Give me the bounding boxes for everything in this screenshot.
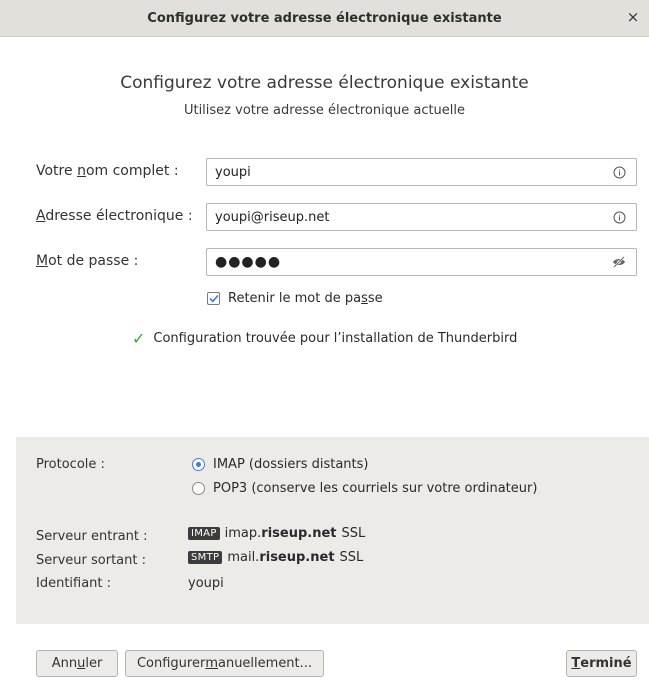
info-icon[interactable] <box>612 165 626 179</box>
config-found-text: Configuration trouvée pour l’installatio… <box>153 331 518 346</box>
protocol-label: Protocole : <box>36 457 105 472</box>
page-heading: Configurez votre adresse électronique ex… <box>120 73 529 93</box>
protocol-imap-option[interactable]: IMAP (dossiers distants) <box>192 457 368 472</box>
outgoing-server-label: Serveur sortant : <box>36 553 146 568</box>
checkmark-icon: ✓ <box>132 329 146 348</box>
incoming-host: imap.riseup.net <box>224 526 337 541</box>
email-value: youpi@riseup.net <box>215 209 330 225</box>
name-field[interactable]: youpi <box>206 158 637 186</box>
imap-label: IMAP (dossiers distants) <box>213 457 369 472</box>
manual-config-button[interactable]: Configurer m anuellement... <box>125 650 324 677</box>
imap-tag: IMAP <box>188 527 220 540</box>
incoming-server: IMAP imap.riseup.net SSL <box>188 526 365 541</box>
email-field[interactable]: youpi@riseup.net <box>206 203 637 231</box>
close-icon[interactable]: × <box>625 9 641 25</box>
username-value: youpi <box>188 576 224 591</box>
window-titlebar: Configurez votre adresse électronique ex… <box>0 0 649 37</box>
password-label: Mot de passe : <box>36 253 139 269</box>
name-value: youpi <box>215 164 251 180</box>
email-label: Adresse électronique : <box>36 208 193 224</box>
name-label: Votre nom complet : <box>36 163 179 179</box>
remember-password[interactable]: Retenir le mot de passe <box>207 291 383 306</box>
config-found-status: ✓ Configuration trouvée pour l’installat… <box>132 329 517 348</box>
remember-label: Retenir le mot de passe <box>228 291 383 306</box>
info-icon[interactable] <box>612 210 626 224</box>
window-title: Configurez votre adresse électronique ex… <box>147 10 502 26</box>
outgoing-server: SMTP mail.riseup.net SSL <box>188 550 363 565</box>
incoming-security: SSL <box>341 526 366 541</box>
pop3-label: POP3 (conserve les courriels sur votre o… <box>213 481 538 496</box>
password-field[interactable]: ●●●●● <box>206 248 637 276</box>
imap-radio[interactable] <box>192 458 205 471</box>
done-button[interactable]: Terminé <box>566 650 637 677</box>
incoming-server-label: Serveur entrant : <box>36 529 148 544</box>
smtp-tag: SMTP <box>188 551 223 564</box>
remember-checkbox[interactable] <box>207 292 220 305</box>
password-value: ●●●●● <box>215 254 282 270</box>
outgoing-security: SSL <box>339 550 364 565</box>
pop3-radio[interactable] <box>192 482 205 495</box>
eye-slash-icon[interactable] <box>612 255 626 269</box>
protocol-pop3-option[interactable]: POP3 (conserve les courriels sur votre o… <box>192 481 537 496</box>
cancel-button[interactable]: Ann u ler <box>36 650 118 677</box>
outgoing-host: mail.riseup.net <box>227 550 335 565</box>
username-label: Identifiant : <box>36 576 112 591</box>
page-subheading: Utilisez votre adresse électronique actu… <box>183 103 466 118</box>
